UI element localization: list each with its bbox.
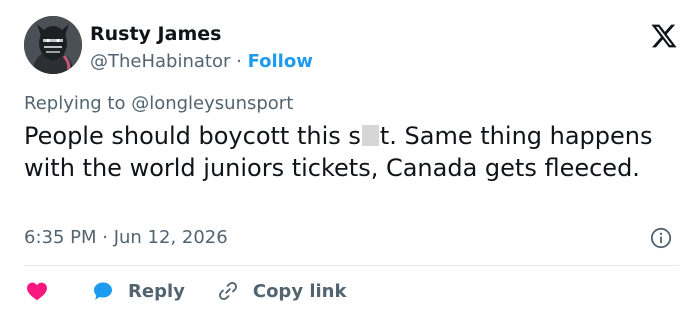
- link-icon: [218, 282, 237, 300]
- replying-to: Replying to @longleysunsport: [24, 93, 293, 114]
- replying-prefix: Replying to: [24, 93, 132, 114]
- copy-link-button[interactable]: Copy link: [185, 280, 347, 302]
- tweet-text-part1: People should boycott this s: [24, 122, 361, 150]
- heart-icon[interactable]: [24, 279, 50, 303]
- divider: [24, 265, 679, 266]
- reply-label: Reply: [128, 280, 185, 302]
- x-logo-icon[interactable]: [650, 22, 678, 50]
- follow-button[interactable]: Follow: [248, 51, 313, 72]
- mention-link[interactable]: @longleysunsport: [131, 93, 293, 114]
- separator-dot: ·: [230, 51, 248, 72]
- display-name[interactable]: Rusty James: [90, 22, 313, 46]
- tweet-text: People should boycott this s t. Same thin…: [24, 120, 664, 184]
- author-block: Rusty James @TheHabinator · Follow: [90, 22, 313, 75]
- speech-bubble-icon: [94, 282, 112, 300]
- reply-button[interactable]: Reply: [50, 279, 185, 303]
- handle-row: @TheHabinator · Follow: [90, 49, 313, 75]
- avatar[interactable]: [24, 16, 82, 74]
- copy-link-label: Copy link: [252, 280, 347, 302]
- timestamp[interactable]: 6:35 PM · Jun 12, 2026: [24, 227, 228, 248]
- action-bar: Reply Copy link: [24, 276, 346, 306]
- censor-bar: [361, 125, 379, 146]
- info-icon[interactable]: [650, 227, 672, 249]
- user-handle[interactable]: @TheHabinator: [90, 51, 230, 72]
